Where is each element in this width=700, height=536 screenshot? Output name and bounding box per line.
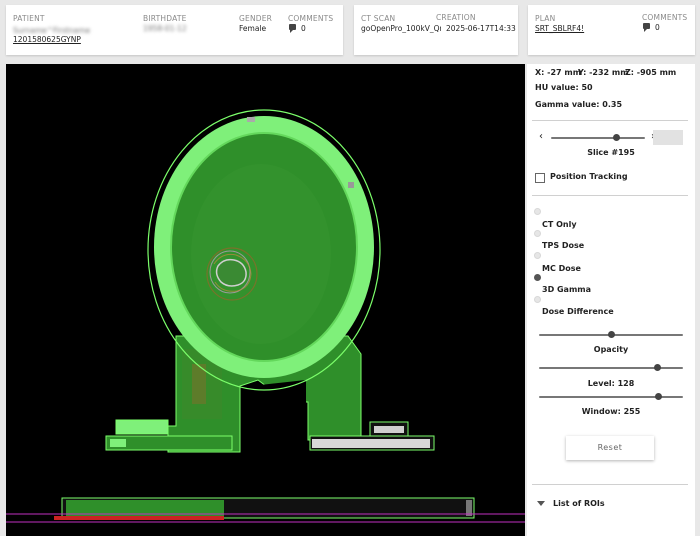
tps-dose-radio[interactable]: [534, 230, 541, 237]
slice-slider-track[interactable]: [551, 137, 645, 139]
dose-difference-radio[interactable]: [534, 296, 541, 303]
plan-card: PLAN SRT_SBLRF4! COMMENTS 0: [528, 5, 695, 55]
roi-list-label: List of ROIs: [553, 499, 605, 508]
divider: [532, 120, 688, 121]
control-panel: X: -27 mm Y: -232 mm Z: -905 mm HU value…: [527, 64, 695, 536]
plan-comments-count: 0: [655, 23, 660, 32]
level-label: Level: 128: [587, 379, 635, 388]
patient-comments-count: 0: [301, 24, 306, 33]
window-slider-thumb[interactable]: [655, 393, 663, 400]
ct-section-label: CT SCAN: [361, 14, 396, 23]
reset-button[interactable]: Reset: [566, 436, 654, 460]
reset-label: Reset: [597, 443, 623, 452]
x-coordinate: X: -27 mm: [535, 68, 582, 77]
position-tracking-label: Position Tracking: [550, 172, 628, 181]
patient-card: PATIENT Surname^Firstname 1201580625GYNP…: [6, 5, 343, 55]
creation-label: CREATION: [436, 13, 476, 22]
mc-dose-radio[interactable]: [534, 252, 541, 259]
triangle-down-icon: [537, 501, 545, 506]
ct-slice-image[interactable]: [6, 64, 525, 536]
plan-name-link[interactable]: SRT_SBLRF4!: [535, 24, 584, 33]
window-label: Window: 255: [581, 407, 641, 416]
birthdate-label: BIRTHDATE: [143, 14, 187, 23]
level-slider-track[interactable]: [539, 367, 683, 369]
birthdate-value: 1958-01-12: [143, 24, 187, 33]
3d-gamma-label: 3D Gamma: [542, 285, 592, 294]
comment-icon[interactable]: [289, 24, 296, 33]
z-coordinate: Z: -905 mm: [625, 68, 677, 77]
gamma-value: Gamma value: 0.35: [535, 100, 623, 109]
ct-image-viewer[interactable]: [6, 64, 525, 536]
patient-comments-label: COMMENTS: [288, 14, 334, 23]
ct-only-radio[interactable]: [534, 208, 541, 215]
mc-dose-label: MC Dose: [542, 264, 581, 273]
creation-value: 2025-06-17T14:33: [446, 24, 516, 33]
dose-difference-label: Dose Difference: [542, 307, 614, 316]
ct-only-label: CT Only: [542, 220, 577, 229]
target-roi-contour: [215, 258, 247, 287]
patient-section-label: PATIENT: [13, 14, 45, 23]
position-tracking-checkbox[interactable]: [535, 173, 545, 183]
slice-slider-thumb[interactable]: [613, 134, 621, 141]
plan-comments-label: COMMENTS: [642, 13, 688, 22]
level-slider-thumb[interactable]: [653, 364, 661, 371]
slice-scrollbar[interactable]: [653, 130, 683, 145]
patient-id-link[interactable]: 1201580625GYNP: [13, 35, 81, 44]
gender-label: GENDER: [239, 14, 273, 23]
opacity-label: Opacity: [593, 345, 629, 354]
ct-scan-card: CT SCAN goOpenPro_100kV_Qr40 CREATION 20…: [354, 5, 518, 55]
3d-gamma-radio[interactable]: [534, 274, 541, 281]
chevron-left-icon[interactable]: ‹: [539, 131, 543, 142]
hu-value: HU value: 50: [535, 83, 593, 92]
roi-list-toggle[interactable]: List of ROIs: [527, 496, 695, 514]
comment-icon[interactable]: [643, 23, 650, 32]
ct-scan-name: goOpenPro_100kV_Qr40: [361, 24, 441, 33]
divider: [532, 195, 688, 196]
opacity-slider-thumb[interactable]: [607, 331, 615, 338]
patient-name: Surname^Firstname: [13, 26, 91, 35]
gender-value: Female: [239, 24, 267, 33]
tps-dose-label: TPS Dose: [542, 241, 585, 250]
plan-section-label: PLAN: [535, 14, 556, 23]
slice-number: Slice #195: [587, 148, 635, 157]
divider: [532, 484, 688, 485]
y-coordinate: Y: -232 mm: [578, 68, 629, 77]
